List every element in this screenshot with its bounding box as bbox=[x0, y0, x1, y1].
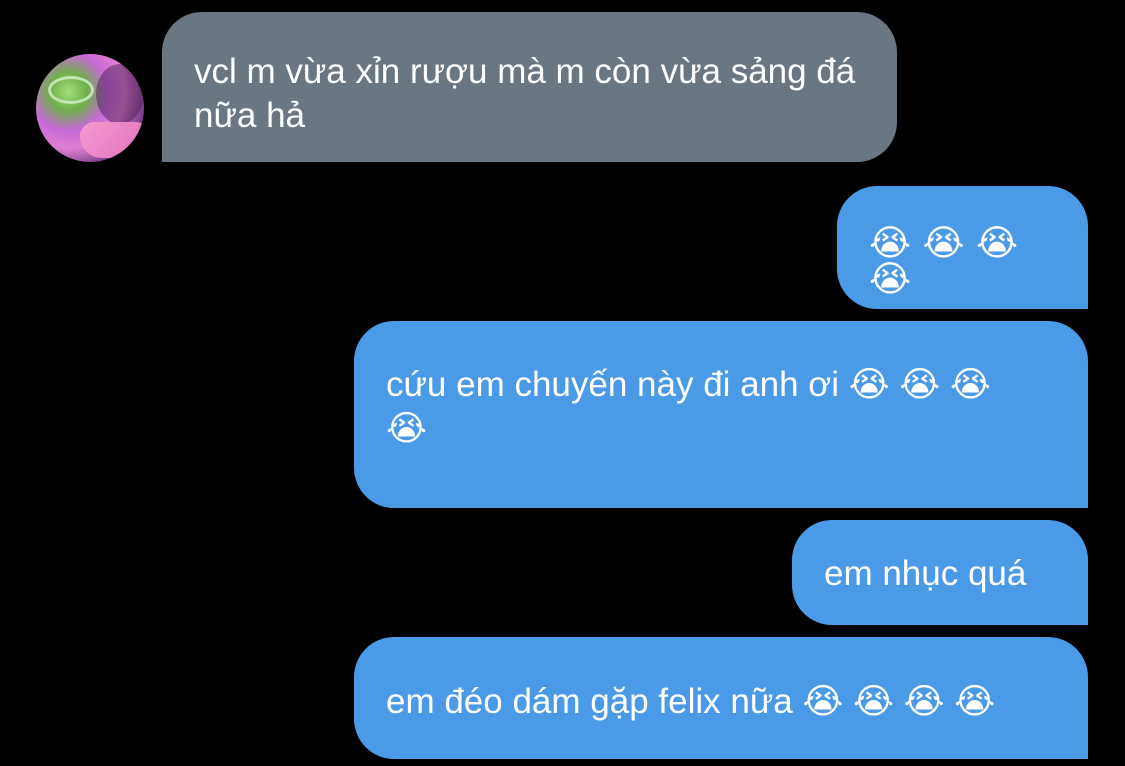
message-text: em đéo dám gặp felix nữa 😭 😭 😭 😭 bbox=[386, 682, 996, 721]
avatar-hand bbox=[80, 122, 144, 158]
avatar-glasses bbox=[48, 76, 94, 104]
crying-emoji-icon: 😭 😭 😭 😭 bbox=[869, 223, 1019, 300]
outgoing-message-bubble[interactable]: em nhục quá bbox=[792, 520, 1088, 625]
incoming-message-bubble[interactable]: vcl m vừa xỉn rượu mà m còn vừa sảng đá … bbox=[162, 12, 897, 162]
message-text: cứu em chuyến này đi anh ơi 😭 😭 😭 😭 bbox=[386, 365, 991, 449]
chat-thread: vcl m vừa xỉn rượu mà m còn vừa sảng đá … bbox=[0, 0, 1125, 766]
contact-avatar[interactable] bbox=[36, 54, 144, 162]
avatar-shade bbox=[96, 64, 144, 124]
outgoing-message-bubble[interactable]: em đéo dám gặp felix nữa 😭 😭 😭 😭 bbox=[354, 637, 1088, 759]
outgoing-message-bubble[interactable]: 😭 😭 😭 😭 bbox=[837, 186, 1088, 309]
outgoing-message-bubble[interactable]: cứu em chuyến này đi anh ơi 😭 😭 😭 😭 bbox=[354, 321, 1088, 508]
message-text: em nhục quá bbox=[824, 554, 1027, 593]
message-text: vcl m vừa xỉn rượu mà m còn vừa sảng đá … bbox=[194, 52, 856, 136]
